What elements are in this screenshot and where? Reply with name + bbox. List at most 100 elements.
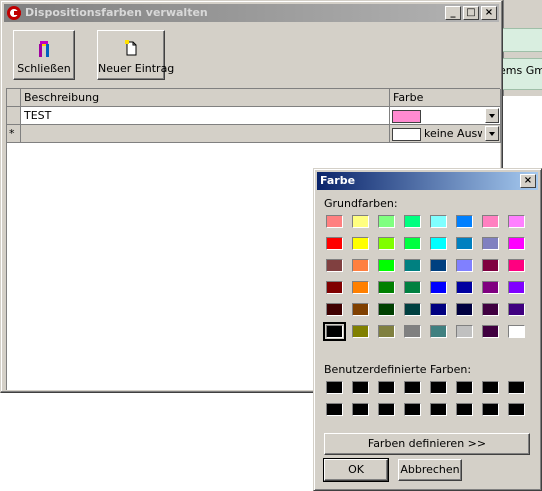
custom-color-swatch[interactable] — [352, 403, 369, 416]
custom-color-swatch[interactable] — [326, 403, 343, 416]
basic-color-swatch[interactable] — [404, 303, 421, 316]
basic-color-swatch[interactable] — [508, 237, 525, 250]
chevron-down-icon[interactable] — [485, 126, 499, 141]
basic-colors-label: Grundfarben: — [324, 197, 398, 210]
column-header-color[interactable]: Farbe — [390, 89, 501, 107]
description-cell[interactable]: TEST — [21, 107, 390, 125]
basic-color-swatch[interactable] — [508, 215, 525, 228]
basic-color-swatch[interactable] — [326, 281, 343, 294]
basic-color-swatch[interactable] — [508, 325, 525, 338]
row-selector[interactable] — [7, 107, 21, 125]
basic-color-swatch[interactable] — [352, 303, 369, 316]
custom-color-swatch[interactable] — [430, 403, 447, 416]
basic-color-swatch[interactable] — [482, 259, 499, 272]
basic-color-swatch[interactable] — [326, 237, 343, 250]
background-band — [503, 28, 542, 52]
basic-color-swatch[interactable] — [508, 303, 525, 316]
door-icon — [39, 41, 49, 57]
custom-color-swatch[interactable] — [404, 403, 421, 416]
basic-color-swatch[interactable] — [482, 215, 499, 228]
basic-color-swatch[interactable] — [352, 281, 369, 294]
basic-color-swatch[interactable] — [456, 215, 473, 228]
basic-color-swatch[interactable] — [378, 237, 395, 250]
color-dialog-title: Farbe — [320, 174, 356, 187]
toolbar: Schließen Neuer Eintrag — [4, 24, 499, 82]
basic-color-swatch[interactable] — [378, 215, 395, 228]
basic-color-swatch[interactable] — [482, 281, 499, 294]
custom-color-swatch[interactable] — [430, 381, 447, 394]
minimize-button[interactable]: _ — [445, 6, 461, 20]
custom-color-swatch[interactable] — [404, 381, 421, 394]
basic-color-swatch[interactable] — [482, 237, 499, 250]
custom-color-swatch[interactable] — [456, 381, 473, 394]
basic-color-swatch[interactable] — [378, 259, 395, 272]
basic-color-swatch[interactable] — [326, 303, 343, 316]
basic-color-swatch[interactable] — [430, 325, 447, 338]
basic-color-swatch[interactable] — [378, 281, 395, 294]
basic-color-swatch[interactable] — [352, 325, 369, 338]
define-colors-button[interactable]: Farben definieren >> — [324, 433, 530, 455]
description-cell[interactable] — [21, 125, 390, 143]
basic-color-swatch[interactable] — [456, 303, 473, 316]
basic-color-swatch[interactable] — [482, 325, 499, 338]
column-header-description[interactable]: Beschreibung — [21, 89, 390, 107]
new-entry-label: Neuer Eintrag — [98, 62, 175, 75]
basic-color-swatch[interactable] — [508, 259, 525, 272]
basic-color-swatch[interactable] — [456, 237, 473, 250]
table-row[interactable]: TEST — [7, 107, 501, 125]
basic-color-swatch[interactable] — [508, 281, 525, 294]
custom-color-swatch[interactable] — [482, 403, 499, 416]
custom-color-swatch[interactable] — [508, 403, 525, 416]
new-entry-button[interactable]: Neuer Eintrag — [97, 30, 175, 80]
basic-color-swatch[interactable] — [430, 303, 447, 316]
basic-color-swatch[interactable] — [404, 281, 421, 294]
basic-color-swatch[interactable] — [430, 215, 447, 228]
color-combo[interactable]: keine Auswahl — [390, 125, 501, 143]
basic-color-swatch[interactable] — [430, 281, 447, 294]
basic-color-swatch[interactable] — [326, 215, 343, 228]
custom-color-swatch[interactable] — [456, 403, 473, 416]
custom-color-swatch[interactable] — [326, 381, 343, 394]
basic-color-swatch[interactable] — [404, 259, 421, 272]
window-title: Dispositionsfarben verwalten — [25, 6, 208, 19]
color-dialog-title-bar[interactable]: Farbe × — [317, 172, 538, 190]
ok-button[interactable]: OK — [323, 458, 389, 482]
custom-color-swatch[interactable] — [378, 403, 395, 416]
close-button[interactable]: Schließen — [13, 30, 75, 80]
basic-color-swatch[interactable] — [352, 237, 369, 250]
custom-color-swatch[interactable] — [352, 381, 369, 394]
basic-color-swatch[interactable] — [404, 215, 421, 228]
basic-color-swatch[interactable] — [482, 303, 499, 316]
basic-color-swatch[interactable] — [378, 303, 395, 316]
close-icon[interactable]: × — [520, 174, 536, 188]
basic-color-swatch[interactable] — [456, 325, 473, 338]
basic-color-swatch[interactable] — [378, 325, 395, 338]
basic-color-swatch[interactable] — [352, 215, 369, 228]
cancel-button[interactable]: Abbrechen — [398, 459, 462, 481]
row-selector[interactable]: * — [7, 125, 21, 143]
basic-color-swatch[interactable] — [430, 237, 447, 250]
basic-color-swatch[interactable] — [456, 259, 473, 272]
custom-color-swatch[interactable] — [378, 381, 395, 394]
color-combo[interactable] — [390, 107, 501, 125]
basic-color-swatch[interactable] — [404, 237, 421, 250]
custom-colors-label: Benutzerdefinierte Farben: — [324, 363, 472, 376]
basic-color-swatch[interactable] — [404, 325, 421, 338]
new-document-icon — [125, 40, 137, 56]
color-swatch — [392, 128, 421, 141]
basic-color-swatch[interactable] — [456, 281, 473, 294]
basic-color-swatch[interactable] — [352, 259, 369, 272]
close-window-button[interactable]: × — [481, 6, 497, 20]
table-row[interactable]: * keine Auswahl — [7, 125, 501, 143]
custom-color-swatch[interactable] — [482, 381, 499, 394]
color-combo-text: keine Auswahl — [424, 127, 482, 140]
chevron-down-icon[interactable] — [485, 108, 499, 123]
basic-color-swatch[interactable] — [323, 322, 346, 341]
color-dialog: Farbe × Grundfarben: Benutzerdefinierte … — [313, 168, 542, 491]
title-bar[interactable]: Dispositionsfarben verwalten _ □ × — [4, 4, 499, 22]
maximize-button[interactable]: □ — [463, 6, 479, 20]
custom-color-swatch[interactable] — [508, 381, 525, 394]
basic-color-swatch[interactable] — [430, 259, 447, 272]
basic-color-swatch[interactable] — [326, 259, 343, 272]
row-selector-header — [7, 89, 21, 107]
